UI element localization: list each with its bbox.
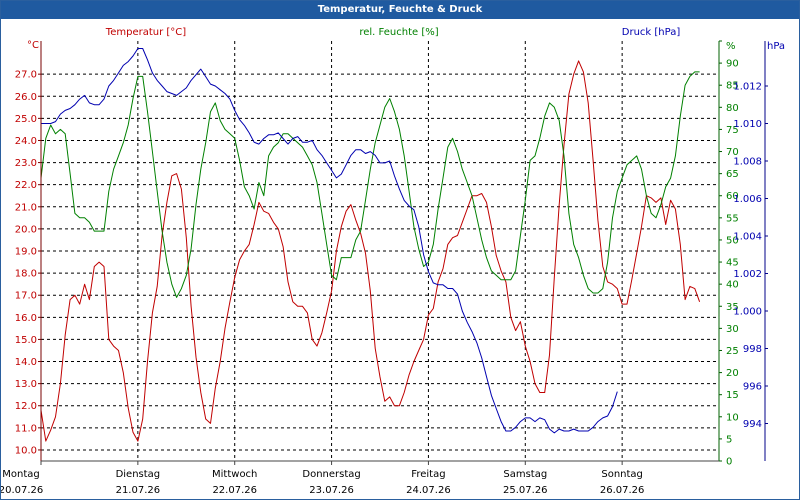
temperature-tick-label: 15.0	[15, 335, 37, 346]
temperature-tick-label: 22.0	[15, 180, 37, 191]
x-tick-day: Montag	[2, 469, 39, 480]
humidity-tick-label: 55	[726, 213, 739, 224]
x-tick-day: Freitag	[411, 469, 445, 480]
temperature-axis-title: Temperatur [°C]	[105, 27, 186, 38]
pressure-tick-label: 1.010	[733, 119, 762, 130]
series-layer	[40, 48, 701, 442]
humidity-tick-label: 90	[726, 59, 739, 70]
humidity-tick-label: 25	[726, 346, 739, 357]
humidity-tick-label: 0	[726, 457, 732, 468]
temperature-tick-label: 11.0	[15, 423, 37, 434]
humidity-tick-label: 45	[726, 258, 739, 269]
x-tick-day: Mittwoch	[212, 469, 257, 480]
temperature-tick-label: 17.0	[15, 291, 37, 302]
pressure-axis-title: Druck [hPa]	[622, 27, 681, 38]
labels: Temperatur [°C] rel. Feuchte [%] Druck […	[1, 27, 785, 496]
pressure-tick-label: 1.008	[733, 157, 762, 168]
pressure-tick-label: 1.000	[733, 307, 762, 318]
x-tick-day: Donnerstag	[302, 469, 360, 480]
x-tick-date: 22.07.26	[212, 485, 257, 496]
humidity-axis-title: rel. Feuchte [%]	[359, 27, 438, 38]
x-tick-day: Sonntag	[601, 469, 643, 480]
temperature-tick-label: 13.0	[15, 379, 37, 390]
temperature-tick-label: 16.0	[15, 313, 37, 324]
pressure-tick-label: 1.004	[733, 232, 762, 243]
x-tick-date: 25.07.26	[503, 485, 548, 496]
x-tick-date: 20.07.26	[1, 485, 43, 496]
series-line-pressure	[41, 48, 618, 434]
temperature-tick-label: 12.0	[15, 401, 37, 412]
humidity-tick-label: 10	[726, 412, 739, 423]
temperature-tick-label: 20.0	[15, 224, 37, 235]
chart-window: Temperatur, Feuchte & Druck Temperatur […	[0, 0, 800, 500]
humidity-tick-label: 20	[726, 368, 739, 379]
humidity-unit: %	[726, 41, 736, 52]
x-tick-date: 26.07.26	[600, 485, 645, 496]
temperature-tick-label: 21.0	[15, 202, 37, 213]
pressure-tick-label: 1.006	[733, 194, 762, 205]
temperature-tick-label: 19.0	[15, 247, 37, 258]
temperature-unit: °C	[27, 40, 39, 51]
temperature-tick-label: 23.0	[15, 158, 37, 169]
x-tick-day: Samstag	[503, 469, 547, 480]
humidity-tick-label: 65	[726, 169, 739, 180]
temperature-tick-label: 14.0	[15, 357, 37, 368]
axes	[38, 40, 768, 465]
humidity-tick-label: 15	[726, 390, 739, 401]
temperature-tick-label: 24.0	[15, 136, 37, 147]
temperature-tick-label: 26.0	[15, 92, 37, 103]
grid	[41, 41, 719, 461]
x-tick-date: 23.07.26	[309, 485, 354, 496]
pressure-tick-label: 994	[743, 419, 762, 430]
humidity-tick-label: 80	[726, 103, 739, 114]
pressure-unit: hPa	[767, 41, 785, 52]
humidity-tick-label: 5	[726, 434, 732, 445]
temperature-tick-label: 25.0	[15, 114, 37, 125]
temperature-tick-label: 18.0	[15, 269, 37, 280]
x-tick-date: 24.07.26	[406, 485, 451, 496]
pressure-tick-label: 996	[743, 382, 762, 393]
pressure-tick-label: 998	[743, 344, 762, 355]
x-tick-date: 21.07.26	[116, 485, 161, 496]
humidity-tick-label: 40	[726, 280, 739, 291]
pressure-tick-label: 1.012	[733, 82, 762, 93]
pressure-tick-label: 1.002	[733, 269, 762, 280]
chart-svg: Temperatur [°C] rel. Feuchte [%] Druck […	[1, 27, 785, 496]
temperature-tick-label: 27.0	[15, 70, 37, 81]
x-tick-day: Dienstag	[116, 469, 161, 480]
temperature-tick-label: 10.0	[15, 445, 37, 456]
humidity-tick-label: 30	[726, 324, 739, 335]
